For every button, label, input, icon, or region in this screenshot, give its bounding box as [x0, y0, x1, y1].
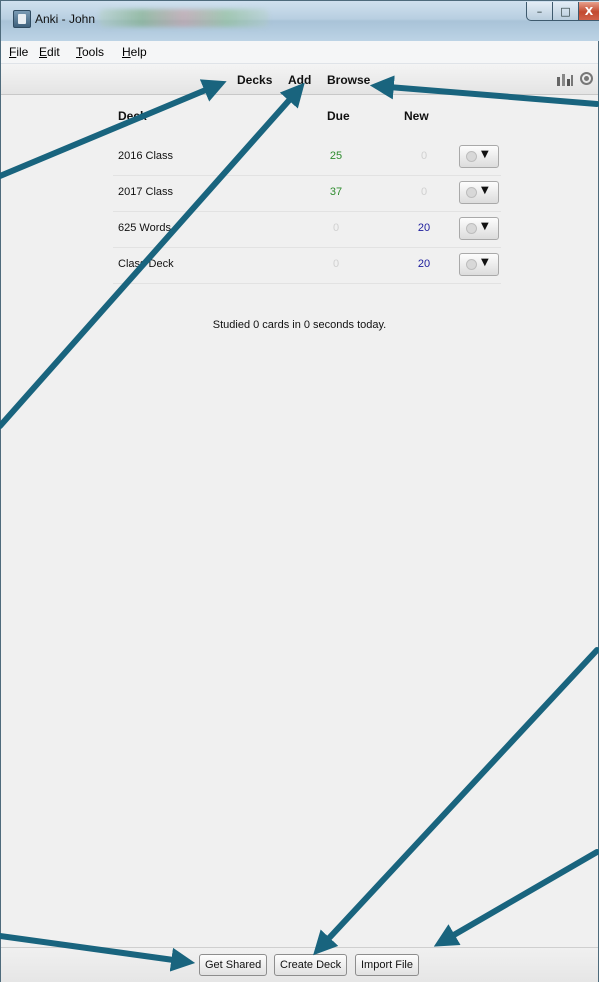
due-count: 0 [332, 222, 340, 234]
menu-help[interactable]: Help [122, 45, 147, 59]
close-button[interactable]: X [578, 2, 599, 21]
deck-row: 2016 Class 25 0 ▼ [113, 139, 501, 176]
new-count: 20 [417, 222, 431, 234]
decks-link[interactable]: Decks [237, 73, 272, 87]
menu-tools[interactable]: Tools [76, 45, 104, 59]
dropdown-arrow-icon: ▼ [481, 257, 489, 268]
anki-window: Anki - John – □ X File Edit Tools Help D… [0, 0, 599, 982]
gear-icon [466, 151, 477, 162]
deck-name-link[interactable]: 625 Words [118, 222, 171, 234]
menu-bar: File Edit Tools Help [1, 41, 598, 64]
sync-icon[interactable] [580, 72, 593, 85]
new-count: 0 [420, 186, 428, 198]
due-count: 37 [329, 186, 343, 198]
bottom-bar: Get Shared Create Deck Import File [1, 947, 598, 982]
get-shared-button[interactable]: Get Shared [199, 954, 268, 976]
menu-file-label: ile [16, 45, 29, 59]
gear-icon [466, 223, 477, 234]
minimize-button[interactable]: – [526, 2, 553, 21]
menu-tools-label: ools [82, 45, 105, 59]
maximize-button[interactable]: □ [552, 2, 579, 21]
deck-name-link[interactable]: 2017 Class [118, 186, 173, 198]
deck-options-button[interactable]: ▼ [459, 217, 499, 240]
dropdown-arrow-icon: ▼ [481, 185, 489, 196]
window-title: Anki - John [35, 12, 96, 26]
new-column-header: New [404, 109, 429, 123]
menu-help-mnemonic: H [122, 45, 131, 59]
deck-row: 2017 Class 37 0 ▼ [113, 175, 501, 212]
deck-options-button[interactable]: ▼ [459, 253, 499, 276]
new-count: 20 [417, 258, 431, 270]
menu-edit[interactable]: Edit [39, 45, 60, 59]
menu-help-label: elp [130, 45, 147, 59]
deck-options-button[interactable]: ▼ [459, 181, 499, 204]
due-count: 0 [332, 258, 340, 270]
deck-name-link[interactable]: Class Deck [118, 258, 174, 270]
study-summary: Studied 0 cards in 0 seconds today. [212, 319, 387, 331]
stats-icon[interactable] [557, 74, 573, 86]
import-file-button[interactable]: Import File [355, 954, 419, 976]
menu-file[interactable]: File [9, 45, 28, 59]
deck-row: Class Deck 0 20 ▼ [113, 247, 501, 284]
main-toolbar: Decks Add Browse [1, 64, 598, 95]
anki-app-icon [13, 10, 31, 28]
create-deck-button[interactable]: Create Deck [274, 954, 348, 976]
title-bar-blur [99, 9, 269, 27]
menu-edit-mnemonic: E [39, 45, 48, 59]
gear-icon [466, 187, 477, 198]
deck-name-link[interactable]: 2016 Class [118, 150, 173, 162]
add-link[interactable]: Add [288, 73, 311, 87]
deck-column-header: Deck [118, 109, 147, 123]
title-bar[interactable]: Anki - John – □ X [1, 1, 599, 41]
dropdown-arrow-icon: ▼ [481, 149, 489, 160]
deck-row: 625 Words 0 20 ▼ [113, 211, 501, 248]
browse-link[interactable]: Browse [327, 73, 370, 87]
due-column-header: Due [327, 109, 350, 123]
dropdown-arrow-icon: ▼ [481, 221, 489, 232]
gear-icon [466, 259, 477, 270]
new-count: 0 [420, 150, 428, 162]
deck-options-button[interactable]: ▼ [459, 145, 499, 168]
deck-browser: Deck Due New 2016 Class 25 0 ▼ 2017 Clas… [1, 95, 598, 947]
menu-edit-label: dit [47, 45, 60, 59]
due-count: 25 [329, 150, 343, 162]
